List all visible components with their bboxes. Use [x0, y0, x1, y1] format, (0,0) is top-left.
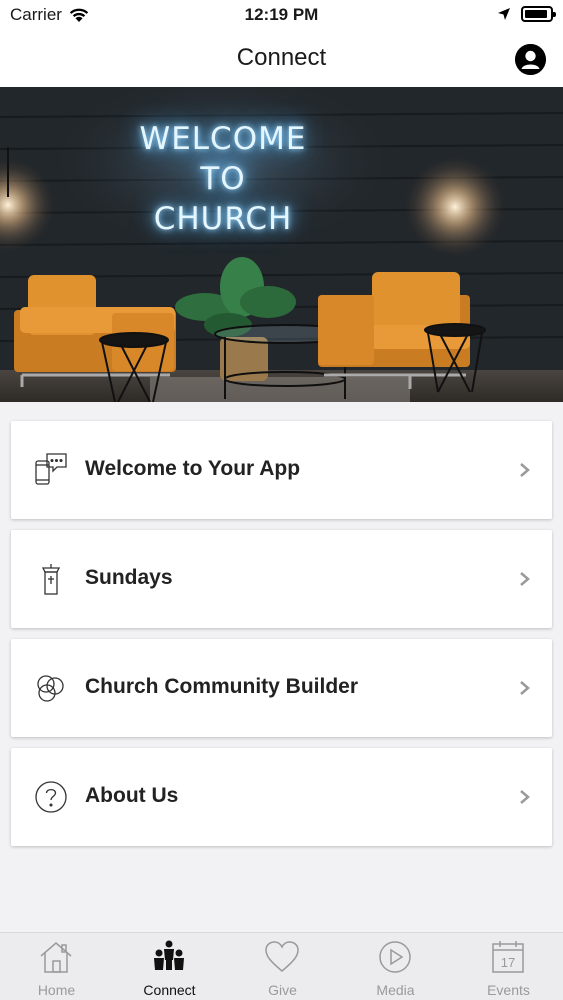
menu-item-label: Church Community Builder: [85, 675, 359, 698]
profile-button[interactable]: [515, 44, 546, 75]
question-circle-icon: [35, 781, 67, 813]
navigation-bar: Connect: [0, 30, 563, 87]
chevron-right-icon: [520, 681, 530, 695]
neon-sign: WELCOME TO CHURCH: [133, 119, 313, 239]
menu-item-label: Welcome to Your App: [85, 457, 301, 480]
tab-bar: Home Connect Give Media 17 Events: [0, 932, 563, 1000]
chat-phone-icon: [35, 453, 67, 485]
menu-item-sundays[interactable]: Sundays: [11, 530, 552, 628]
calendar-day: 17: [501, 955, 515, 970]
tab-label: Connect: [143, 982, 196, 998]
status-bar: Carrier 12:19 PM: [0, 0, 563, 30]
people-icon: [154, 940, 184, 970]
tab-label: Media: [376, 982, 415, 998]
menu-item-community-builder[interactable]: Church Community Builder: [11, 639, 552, 737]
play-circle-icon: [379, 941, 411, 973]
neon-line-1: WELCOME: [139, 121, 307, 157]
home-icon: [40, 942, 72, 973]
user-circle-icon: [515, 44, 546, 75]
menu-item-label: Sundays: [85, 566, 173, 589]
chevron-right-icon: [520, 790, 530, 804]
status-time: 12:19 PM: [244, 5, 319, 24]
battery-icon: [521, 6, 556, 22]
menu-item-about-us[interactable]: About Us: [11, 748, 552, 846]
heart-icon: [265, 941, 299, 972]
calendar-icon: 17: [492, 941, 524, 973]
tab-connect[interactable]: Connect: [113, 933, 226, 1000]
battery-level: [525, 10, 548, 18]
tab-events[interactable]: 17 Events: [452, 933, 563, 1000]
tab-give[interactable]: Give: [226, 933, 339, 1000]
tab-label: Give: [268, 982, 297, 998]
menu-item-welcome[interactable]: Welcome to Your App: [11, 421, 552, 519]
page-title: Connect: [236, 44, 327, 71]
pulpit-icon: [41, 564, 61, 595]
hero-image: WELCOME TO CHURCH: [0, 87, 563, 402]
status-right: [497, 6, 556, 22]
neon-line-2: TO CHURCH: [153, 161, 293, 237]
circles-icon: [37, 675, 64, 702]
chevron-right-icon: [520, 463, 530, 477]
chevron-right-icon: [520, 572, 530, 586]
menu-item-label: About Us: [85, 784, 179, 807]
tab-media[interactable]: Media: [339, 933, 452, 1000]
tab-label: Events: [487, 982, 530, 998]
tab-label: Home: [37, 982, 76, 998]
tab-home[interactable]: Home: [0, 933, 113, 1000]
location-arrow-icon: [498, 8, 510, 20]
